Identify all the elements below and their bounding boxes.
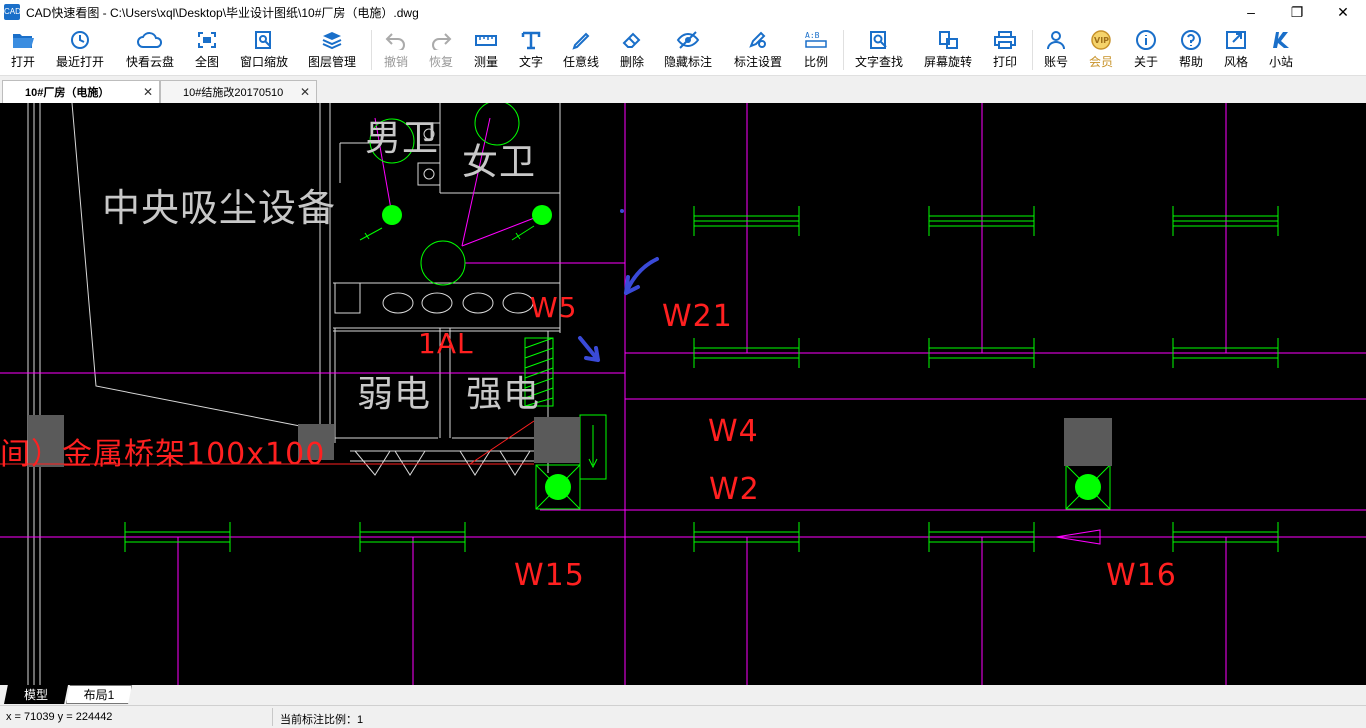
- close-icon[interactable]: ✕: [143, 85, 153, 99]
- undo-icon: [385, 33, 405, 50]
- tab-model[interactable]: 模型: [4, 685, 68, 704]
- room-b-label: 女卫: [462, 142, 537, 183]
- cloud-button[interactable]: 快看云盘: [122, 24, 178, 76]
- measure-button[interactable]: 测量: [469, 24, 503, 76]
- circuit-w21-label: W21: [662, 299, 733, 334]
- fit-all-button[interactable]: 全图: [190, 24, 224, 76]
- recent-button[interactable]: 最近打开: [52, 24, 108, 76]
- k-logo-icon: [1273, 32, 1289, 48]
- window-zoom-button[interactable]: 窗口缩放: [236, 24, 292, 76]
- info-icon: [1136, 30, 1156, 50]
- svg-text:A:B: A:B: [805, 31, 820, 40]
- undo-button[interactable]: 撤销: [379, 24, 413, 76]
- help-button[interactable]: 帮助: [1174, 24, 1208, 76]
- cable-tray-label: 间）金属桥架100x100: [0, 437, 326, 472]
- redo-icon: [432, 33, 452, 50]
- style-button[interactable]: 风格: [1219, 24, 1253, 76]
- eye-off-icon: [676, 31, 700, 49]
- app-logo-icon: CAD: [4, 4, 21, 20]
- minimize-button[interactable]: –: [1228, 0, 1274, 24]
- drawing-canvas[interactable]: 中央吸尘设备 男卫 女卫 弱电 强电 1AL 间）金属桥架100x100 W5 …: [0, 103, 1366, 685]
- room-a-label: 男卫: [365, 118, 440, 159]
- hide-marks-button[interactable]: 隐藏标注: [660, 24, 716, 76]
- annotation-arrows: [578, 257, 659, 362]
- freeline-button[interactable]: 任意线: [560, 24, 602, 76]
- history-icon: [71, 31, 89, 49]
- central-vacuum-label: 中央吸尘设备: [102, 186, 337, 230]
- circuit-w5-label: W5: [530, 291, 578, 324]
- member-button[interactable]: VIP 会员: [1084, 24, 1118, 76]
- tab-10-struct[interactable]: 10#结施改20170510 ✕: [160, 80, 317, 103]
- account-button[interactable]: 账号: [1039, 24, 1073, 76]
- zoom-window-icon: [255, 31, 271, 49]
- open-button[interactable]: 打开: [4, 24, 42, 76]
- weak-power-label: 弱电: [357, 374, 432, 415]
- vip-badge-icon: VIP: [1091, 30, 1111, 50]
- ratio-button[interactable]: A:B 比例: [799, 24, 833, 76]
- mark-settings-button[interactable]: 标注设置: [730, 24, 786, 76]
- search-doc-icon: [870, 31, 887, 49]
- layers-icon: [322, 32, 342, 50]
- erase-button[interactable]: 删除: [615, 24, 649, 76]
- status-bar: x = 71039 y = 224442 当前标注比例：1: [0, 705, 1366, 728]
- toolbar-separator: [1032, 30, 1033, 70]
- settings-pen-icon: [749, 31, 766, 48]
- fullscreen-icon: [198, 32, 216, 48]
- expand-style-icon: [1226, 31, 1246, 49]
- tab-10-factory[interactable]: 10#厂房（电施） ✕: [2, 80, 160, 103]
- annotation-scale: 当前标注比例：1: [280, 714, 364, 726]
- redo-button[interactable]: 恢复: [424, 24, 458, 76]
- title-bar: CAD CAD快速看图 - C:\Users\xql\Desktop\毕业设计图…: [0, 0, 1366, 24]
- window-title: CAD快速看图 - C:\Users\xql\Desktop\毕业设计图纸\10…: [26, 5, 419, 20]
- restore-button[interactable]: ❐: [1274, 0, 1320, 24]
- printer-icon: [994, 31, 1016, 49]
- text-button[interactable]: 文字: [514, 24, 548, 76]
- circuit-w16-label: W16: [1106, 558, 1177, 593]
- close-icon[interactable]: ✕: [300, 85, 310, 99]
- panel-1al-label: 1AL: [418, 327, 474, 360]
- close-window-button[interactable]: ✕: [1320, 0, 1366, 24]
- cloud-icon: [137, 32, 163, 48]
- circuit-w4-label: W4: [708, 414, 759, 449]
- strong-power-label: 强电: [466, 374, 541, 415]
- help-icon: [1181, 30, 1201, 50]
- circuit-w2-label: W2: [709, 472, 760, 507]
- fixture-row-top: [693, 206, 1279, 236]
- text-t-icon: [521, 31, 541, 50]
- toolbar-separator: [371, 30, 372, 70]
- window-controls: – ❐ ✕: [1228, 0, 1366, 24]
- tab-layout1[interactable]: 布局1: [66, 685, 132, 704]
- ruler-icon: [475, 35, 497, 46]
- tab-label: 10#结施改20170510: [183, 87, 284, 99]
- main-toolbar: 打开 最近打开 快看云盘 全图 窗口缩放 图层管理 撤销 恢复 测量 文字 任意…: [0, 24, 1366, 76]
- folder-icon: [13, 34, 34, 48]
- station-button[interactable]: 小站: [1264, 24, 1298, 76]
- layout-tabs: 模型 布局1: [0, 685, 1366, 705]
- cursor-coordinates: x = 71039 y = 224442: [6, 711, 113, 723]
- svg-text:VIP: VIP: [1094, 36, 1109, 45]
- pen-icon: [572, 32, 590, 50]
- tab-label: 10#厂房（电施）: [25, 87, 110, 99]
- document-tabs: 10#厂房（电施） ✕ 10#结施改20170510 ✕: [0, 77, 1366, 103]
- ratio-icon: A:B: [805, 31, 827, 48]
- toolbar-separator: [843, 30, 844, 70]
- about-button[interactable]: 关于: [1129, 24, 1163, 76]
- print-button[interactable]: 打印: [988, 24, 1022, 76]
- rotate-icon: [939, 31, 958, 49]
- status-separator: [272, 708, 273, 726]
- circuit-w15-label: W15: [514, 558, 585, 593]
- rotate-screen-button[interactable]: 屏幕旋转: [920, 24, 976, 76]
- text-search-button[interactable]: 文字查找: [851, 24, 907, 76]
- user-icon: [1047, 31, 1065, 50]
- eraser-icon: [622, 32, 641, 48]
- annotation-dot: [620, 209, 624, 213]
- layers-button[interactable]: 图层管理: [304, 24, 360, 76]
